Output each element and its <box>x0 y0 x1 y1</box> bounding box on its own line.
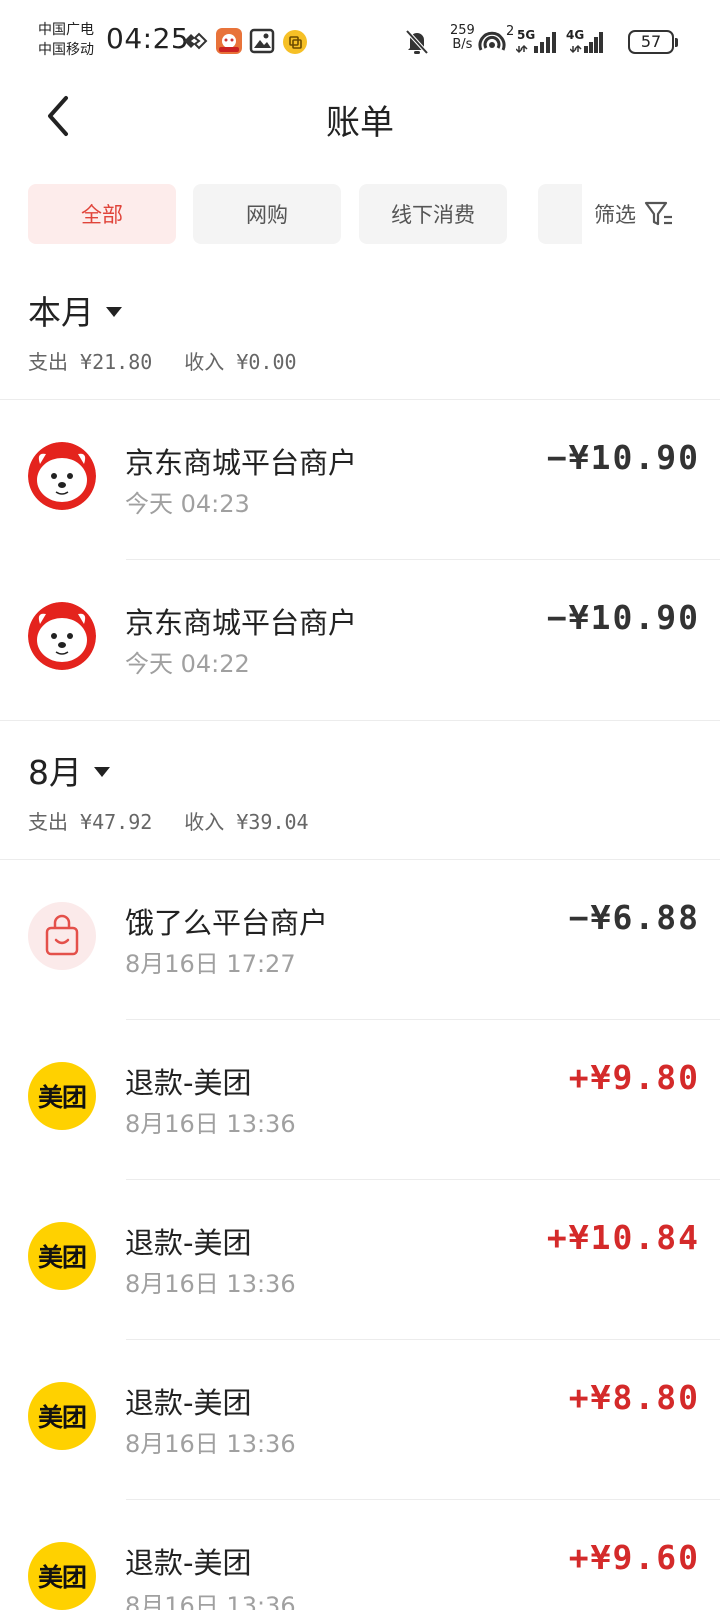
tab-offline-spending[interactable]: 线下消费 <box>359 184 507 244</box>
merchant-name: 退款-美团 <box>125 1386 252 1420</box>
transaction-amount: +¥10.84 <box>546 1218 700 1257</box>
bill-row[interactable]: 美团 退款-美团 8月16日 13:36 +¥9.80 <box>0 1020 720 1179</box>
merchant-name: 饿了么平台商户 <box>125 906 329 940</box>
bill-row[interactable]: 京东商城平台商户 今天 04:22 −¥10.90 <box>0 560 720 719</box>
transaction-time: 今天 04:23 <box>125 490 250 518</box>
vpn-icon <box>184 32 208 50</box>
month-income: 收入 ¥39.04 <box>184 810 309 834</box>
carrier-2: 中国移动 <box>38 42 94 58</box>
transaction-amount: +¥9.80 <box>568 1058 700 1097</box>
month-expense: 支出 ¥47.92 <box>28 810 153 834</box>
caret-down-icon <box>94 767 110 777</box>
tab-overflow[interactable] <box>538 184 582 244</box>
status-bar: 中国广电 中国移动 04:25 259 B/s 2 5G 4G 57 <box>0 0 720 84</box>
mute-bell-icon <box>405 29 429 55</box>
jd-mascot-icon <box>28 602 96 670</box>
jd-mascot-icon <box>28 442 96 510</box>
tab-online-shopping[interactable]: 网购 <box>193 184 341 244</box>
page-title: 账单 <box>326 103 394 143</box>
transaction-amount: −¥10.90 <box>546 438 700 477</box>
network-speed: 259 B/s <box>450 23 475 52</box>
merchant-name: 京东商城平台商户 <box>125 606 358 640</box>
filter-label: 筛选 <box>594 203 636 227</box>
funnel-icon <box>644 201 672 226</box>
tab-all[interactable]: 全部 <box>28 184 176 244</box>
carrier-labels: 中国广电 中国移动 <box>38 20 94 60</box>
month-header[interactable]: 本月 支出 ¥21.80 收入 ¥0.00 <box>28 286 329 375</box>
merchant-name: 京东商城平台商户 <box>125 446 358 480</box>
signal-icon <box>570 32 603 54</box>
month-title: 本月 <box>28 293 94 332</box>
bill-row[interactable]: 美团 退款-美团 8月16日 13:36 +¥8.80 <box>0 1340 720 1499</box>
month-expense: 支出 ¥21.80 <box>28 350 153 374</box>
coin-icon <box>283 30 307 54</box>
transaction-time: 8月16日 13:36 <box>125 1270 296 1298</box>
meituan-logo-icon: 美团 <box>28 1222 96 1290</box>
month-title: 8月 <box>28 753 82 792</box>
month-summary: 支出 ¥21.80 收入 ¥0.00 <box>28 346 329 375</box>
merchant-name: 退款-美团 <box>125 1546 252 1580</box>
month-income: 收入 ¥0.00 <box>184 350 297 374</box>
merchant-name: 退款-美团 <box>125 1226 252 1260</box>
caret-down-icon <box>106 307 122 317</box>
transaction-amount: −¥6.88 <box>568 898 700 937</box>
transaction-amount: +¥8.80 <box>568 1378 700 1417</box>
divider <box>0 720 720 721</box>
app-notification-icon <box>216 28 242 54</box>
transaction-time: 8月16日 13:36 <box>125 1430 296 1458</box>
shopping-bag-icon <box>28 902 96 970</box>
transaction-time: 8月16日 13:36 <box>125 1592 296 1610</box>
gallery-icon <box>249 28 275 54</box>
signal-icon <box>516 32 556 54</box>
sim1-index: 2 <box>506 24 515 39</box>
meituan-logo-icon: 美团 <box>28 1542 96 1610</box>
bill-row[interactable]: 美团 退款-美团 8月16日 13:36 +¥10.84 <box>0 1180 720 1339</box>
month-header[interactable]: 8月 支出 ¥47.92 收入 ¥39.04 <box>28 746 341 835</box>
filter-button[interactable]: 筛选 <box>594 184 676 244</box>
carrier-1: 中国广电 <box>38 22 94 38</box>
meituan-logo-icon: 美团 <box>28 1062 96 1130</box>
transaction-time: 今天 04:22 <box>125 650 250 678</box>
month-summary: 支出 ¥47.92 收入 ¥39.04 <box>28 806 341 835</box>
merchant-name: 退款-美团 <box>125 1066 252 1100</box>
bill-row[interactable]: 京东商城平台商户 今天 04:23 −¥10.90 <box>0 400 720 559</box>
transaction-time: 8月16日 17:27 <box>125 950 296 978</box>
filter-tabs: 全部 网购 线下消费 筛选 <box>0 184 720 244</box>
hotspot-icon <box>478 31 506 51</box>
battery-icon: 57 <box>628 30 678 54</box>
bill-row[interactable]: 美团 退款-美团 8月16日 13:36 +¥9.60 <box>0 1500 720 1610</box>
transaction-amount: +¥9.60 <box>568 1538 700 1577</box>
clock: 04:25 <box>106 22 190 55</box>
transaction-time: 8月16日 13:36 <box>125 1110 296 1138</box>
transaction-amount: −¥10.90 <box>546 598 700 637</box>
bill-row[interactable]: 饿了么平台商户 8月16日 17:27 −¥6.88 <box>0 860 720 1019</box>
meituan-logo-icon: 美团 <box>28 1382 96 1450</box>
